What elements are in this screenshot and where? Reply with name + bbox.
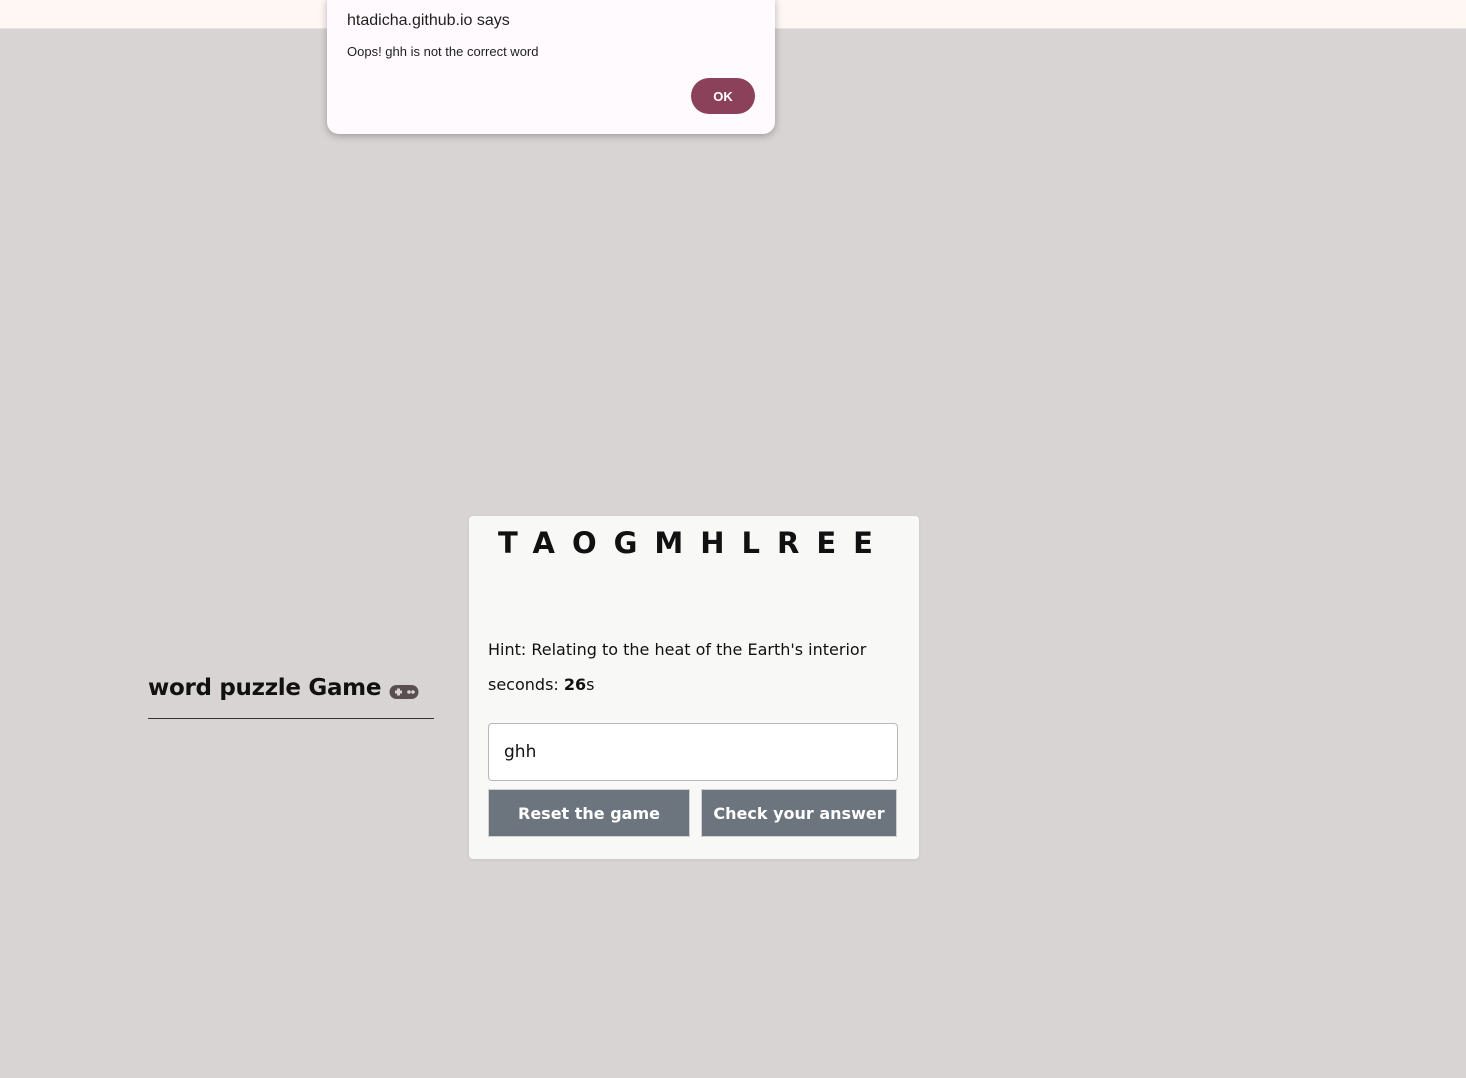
timer-unit: s: [586, 675, 595, 694]
check-answer-button[interactable]: Check your answer: [701, 789, 897, 837]
alert-dialog: htadicha.github.io says Oops! ghh is not…: [327, 0, 775, 134]
timer-label: seconds:: [488, 675, 564, 694]
hint-text: Hint: Relating to the heat of the Earth'…: [488, 640, 867, 659]
game-card: TAOGMHLREE Hint: Relating to the heat of…: [469, 516, 919, 859]
game-header: word puzzle Game: [148, 672, 434, 719]
reset-game-button[interactable]: Reset the game: [488, 789, 690, 837]
scrambled-word: TAOGMHLREE: [498, 526, 890, 560]
answer-input[interactable]: [488, 723, 898, 781]
alert-title: htadicha.github.io says: [347, 12, 510, 29]
gamepad-icon: [389, 680, 419, 699]
title-divider: [148, 718, 434, 719]
timer: seconds: 26s: [488, 675, 594, 694]
game-title: word puzzle Game: [148, 672, 434, 704]
game-title-text: word puzzle Game: [148, 675, 382, 701]
alert-message: Oops! ghh is not the correct word: [347, 44, 539, 59]
timer-value: 26: [563, 675, 587, 694]
alert-ok-button[interactable]: OK: [691, 78, 755, 114]
